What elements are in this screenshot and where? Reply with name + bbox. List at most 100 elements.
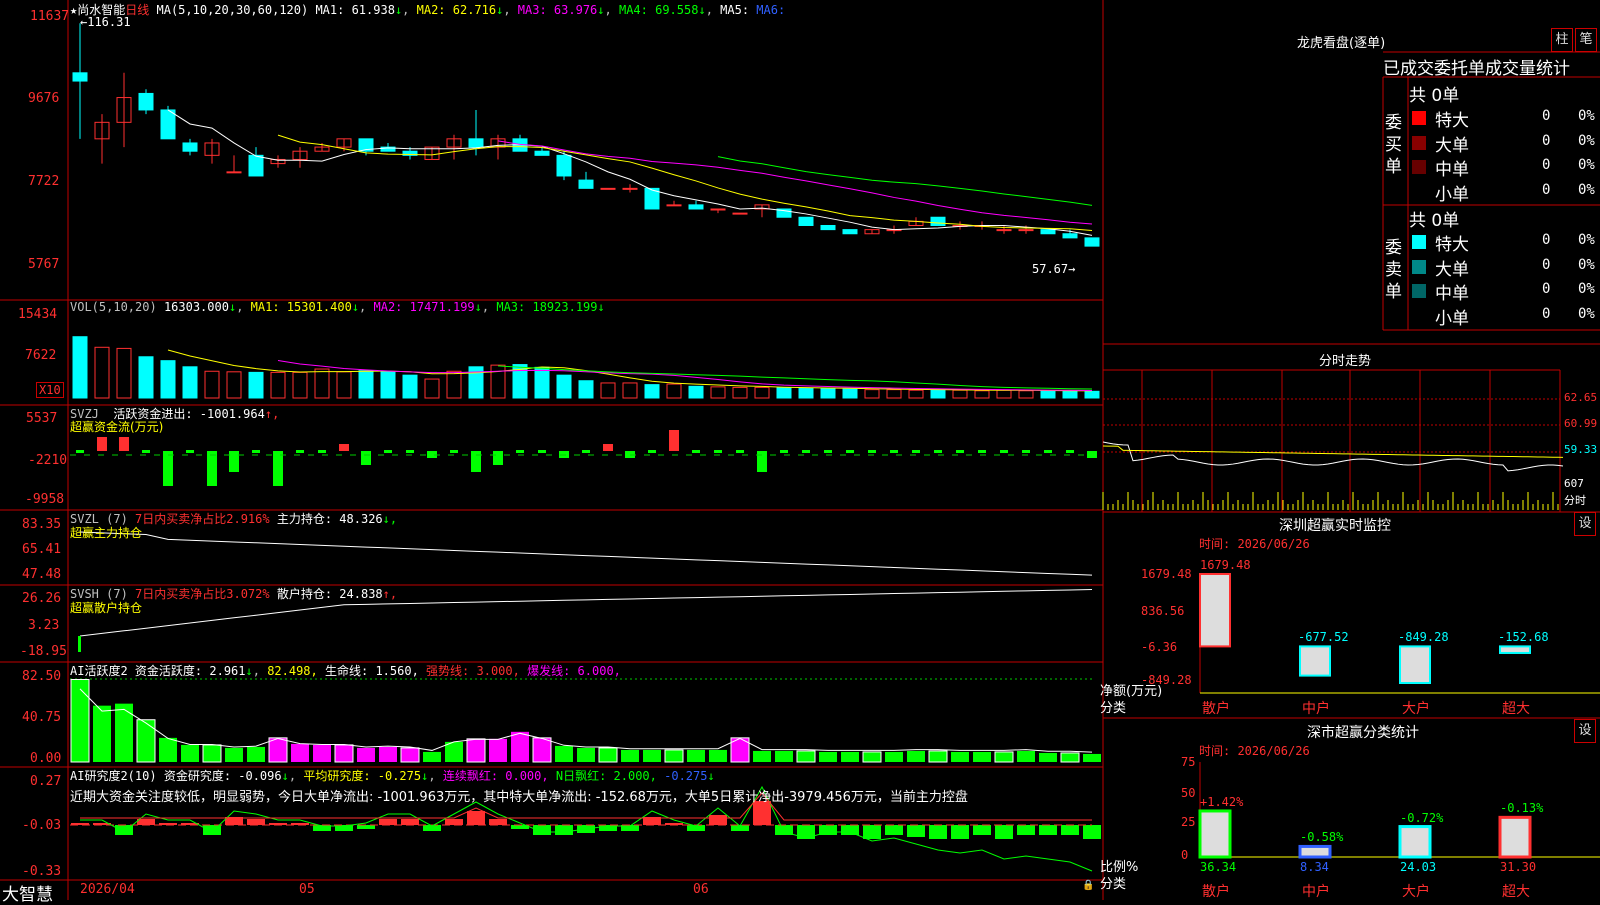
activity-bar (907, 750, 925, 762)
order-color-swatch (1412, 259, 1426, 274)
activity-bar (225, 747, 243, 762)
ma1-arrow: ↓ (394, 3, 403, 17)
volume-bar (358, 370, 374, 399)
research-bar (489, 819, 507, 825)
flow-bar (1022, 450, 1030, 453)
flow-bar (736, 450, 744, 453)
ai1-ytick: 40.75 (22, 710, 62, 725)
candle (182, 142, 198, 152)
volume-chart[interactable] (72, 336, 1100, 399)
activity-bar (1083, 753, 1101, 762)
vol-unit: X10 (36, 382, 64, 398)
ma-line (717, 156, 1093, 206)
order-color-swatch (1412, 235, 1426, 249)
classify-change-label: -0.58% (1300, 830, 1344, 845)
activity-bar (796, 750, 816, 763)
volume-bar (820, 388, 836, 399)
flow-bar (318, 450, 326, 453)
flow-bar (97, 437, 107, 451)
retail-bar (78, 636, 81, 652)
svzl-chart[interactable] (79, 531, 1093, 576)
volume-bar (72, 336, 88, 399)
flow-bar (538, 450, 546, 453)
order-count: 0 (1542, 157, 1551, 173)
intraday-chart[interactable] (1102, 370, 1564, 512)
flow-bar (1087, 451, 1097, 458)
flow-bar (252, 450, 260, 453)
ai1-lifeline: 生命线: 1.560, (325, 664, 419, 678)
kline-ytick: 5767 (28, 257, 60, 272)
intraday-ytick: 60.99 (1564, 417, 1598, 430)
classify-ytick: 0 (1181, 848, 1189, 862)
volume-bar (710, 386, 726, 399)
monitor-ytick: -849.28 (1141, 673, 1192, 687)
volume-bar (798, 388, 814, 399)
flow-bar (384, 450, 392, 453)
flow-bar (978, 450, 986, 453)
monitor-category: 超大 (1502, 701, 1530, 717)
classify-bar (1198, 809, 1232, 859)
brand-logo[interactable]: 大智慧 (2, 880, 53, 905)
classify-settings-button[interactable]: 设 (1574, 719, 1596, 743)
svsh-ytick: 3.23 (28, 618, 60, 633)
activity-bar (400, 747, 420, 763)
activity-bar (1017, 750, 1035, 762)
chart-canvas (0, 0, 1600, 900)
svzl-ratio: 7日内买卖净占比2.916% (135, 512, 270, 526)
research-bar (797, 825, 815, 839)
candle (468, 138, 484, 148)
flow-bar (186, 450, 194, 453)
research-bar (379, 819, 397, 825)
flow-bar (846, 450, 854, 453)
bar-view-button[interactable]: 柱 (1551, 28, 1573, 52)
monitor-bar-label: -677.52 (1298, 630, 1349, 645)
order-count: 0 (1542, 305, 1551, 322)
flow-bar (757, 451, 767, 472)
panel-frame (0, 0, 1600, 900)
order-count: 0 (1542, 132, 1551, 149)
monitor-bar-label: 1679.48 (1200, 558, 1251, 572)
order-type-label: 大单 (1435, 135, 1469, 156)
vol-value: 16303.000 (163, 300, 229, 314)
classify-title: 深市超赢分类统计 (1307, 725, 1419, 741)
high-label: ←116.31 (80, 15, 131, 29)
activity-bar (489, 738, 507, 762)
activity-bar (115, 703, 133, 762)
research-bar (929, 825, 947, 839)
flow-bar (361, 451, 371, 465)
monitor-ytick: 1679.48 (1141, 567, 1192, 581)
activity-bar (885, 751, 903, 762)
volume-bar (490, 364, 506, 399)
ai2-ytick: -0.03 (22, 818, 62, 833)
lock-icon[interactable]: 🔒 (1082, 880, 1094, 891)
svzl-arrow: ↓, (382, 512, 398, 526)
svzj-chart[interactable] (70, 430, 1097, 486)
research-bar (401, 819, 419, 825)
research-bar (995, 825, 1013, 839)
activity-bar (621, 749, 639, 762)
ma-line (167, 109, 1093, 236)
kline-chart[interactable] (72, 23, 1100, 247)
monitor-time: 时间: 2026/06/26 (1199, 537, 1310, 551)
ai1-name: AI活跃度2 (70, 664, 128, 678)
tick-view-button[interactable]: 笔 (1575, 28, 1597, 52)
order-count: 0 (1542, 181, 1551, 198)
monitor-xlabel: 分类 (1100, 701, 1127, 716)
volume-bar (842, 388, 858, 399)
ai-activity-chart[interactable] (70, 678, 1101, 763)
classify-value-label: 36.34 (1200, 860, 1237, 874)
activity-bar (687, 749, 705, 762)
ai2-nday: N日飘红: 2.000, (555, 769, 657, 783)
activity-bar (819, 751, 837, 762)
ma-label: MA(5,10,20,30,60,120) (156, 3, 309, 17)
research-bar (885, 825, 903, 835)
volume-bar (226, 371, 242, 399)
monitor-bar-label: -849.28 (1398, 630, 1449, 645)
dragon-tab[interactable]: 已成交委托单成交量统计 (1383, 54, 1570, 79)
order-pct: 0% (1578, 108, 1595, 124)
activity-line (79, 688, 1093, 753)
volume-bar (534, 366, 550, 399)
research-bar (951, 825, 969, 839)
candle (732, 212, 748, 215)
monitor-settings-button[interactable]: 设 (1574, 512, 1596, 536)
